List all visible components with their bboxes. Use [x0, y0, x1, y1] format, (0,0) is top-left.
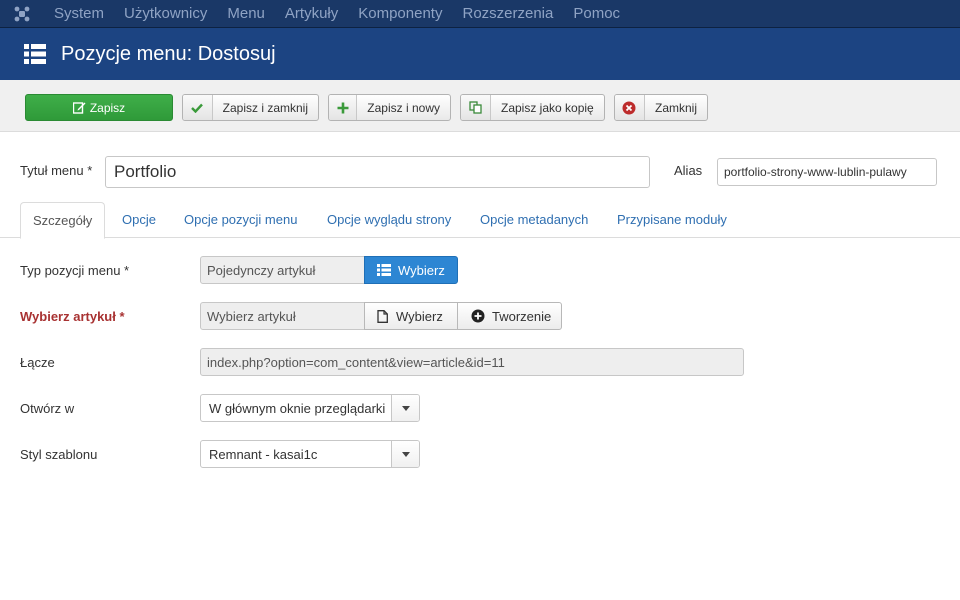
template-style-label: Styl szablonu	[20, 447, 98, 462]
select-article-value: Wybierz artykuł	[207, 308, 296, 324]
open-in-label: Otwórz w	[20, 401, 75, 416]
select-article-field: Wybierz artykuł	[200, 302, 365, 330]
nav-components[interactable]: Komponenty	[348, 0, 452, 28]
tab-menu-item-options[interactable]: Opcje pozycji menu	[184, 202, 297, 238]
create-article-label: Tworzenie	[492, 308, 552, 324]
top-menu: System Użytkownicy Menu Artykuły Kompone…	[44, 0, 630, 28]
save-new-label: Zapisz i nowy	[367, 100, 440, 115]
nav-system[interactable]: System	[44, 0, 114, 28]
page-title: Pozycje menu: Dostosuj	[61, 42, 276, 65]
tab-details[interactable]: Szczegóły	[20, 202, 106, 239]
check-icon	[183, 95, 213, 120]
menu-title-input[interactable]: Portfolio	[105, 156, 650, 188]
alias-input[interactable]: portfolio-strony-www-lublin-pulawy	[717, 158, 937, 186]
joomla-logo-icon[interactable]	[0, 0, 44, 28]
save-label: Zapisz	[89, 100, 126, 115]
nav-users[interactable]: Użytkownicy	[114, 0, 217, 28]
link-field: index.php?option=com_content&view=articl…	[200, 348, 744, 376]
tab-page-display-options[interactable]: Opcje wyglądu strony	[327, 202, 451, 238]
open-in-value: W głównym oknie przeglądarki	[209, 400, 386, 416]
top-navbar: System Użytkownicy Menu Artykuły Kompone…	[0, 0, 960, 28]
close-button[interactable]: Zamknij	[614, 94, 708, 121]
save-copy-button[interactable]: Zapisz jako kopię	[460, 94, 605, 121]
nav-extensions[interactable]: Rozszerzenia	[452, 0, 563, 28]
save-new-button[interactable]: Zapisz i nowy	[328, 94, 451, 121]
save-button[interactable]: Zapisz	[25, 94, 173, 121]
menu-item-type-label: Typ pozycji menu *	[20, 263, 130, 278]
file-icon	[377, 309, 388, 323]
list-icon	[24, 44, 46, 64]
caret-down-icon	[391, 441, 419, 467]
tab-bar: Szczegóły Opcje Opcje pozycji menu Opcje…	[20, 202, 960, 239]
link-value: index.php?option=com_content&view=articl…	[207, 354, 505, 370]
edit-icon	[72, 102, 86, 114]
plus-icon	[329, 95, 358, 120]
tab-options[interactable]: Opcje	[122, 202, 156, 238]
menu-item-type-field: Pojedynczy artykuł	[200, 256, 365, 284]
menu-title-value: Portfolio	[114, 162, 177, 181]
link-label: Łącze	[20, 355, 55, 370]
menu-title-label: Tytuł menu *	[20, 163, 93, 178]
list-icon	[377, 264, 391, 276]
tab-divider	[0, 237, 960, 238]
open-in-select[interactable]: W głównym oknie przeglądarki	[200, 394, 420, 422]
close-circle-icon	[615, 95, 645, 120]
template-style-value: Remnant - kasai1c	[209, 446, 318, 462]
select-article-button-label: Wybierz	[396, 308, 443, 324]
save-close-label: Zapisz i zamknij	[222, 100, 308, 115]
plus-circle-icon	[471, 309, 485, 323]
page-header: Pozycje menu: Dostosuj	[0, 28, 960, 80]
template-style-select[interactable]: Remnant - kasai1c	[200, 440, 420, 468]
select-article-button[interactable]: Wybierz	[364, 302, 458, 330]
alias-label: Alias	[674, 163, 703, 178]
save-close-button[interactable]: Zapisz i zamknij	[182, 94, 319, 121]
close-label: Zamknij	[654, 100, 697, 115]
nav-articles[interactable]: Artykuły	[275, 0, 348, 28]
toolbar: Zapisz Zapisz i zamknij Zapisz i nowy Za…	[0, 80, 960, 132]
save-copy-label: Zapisz jako kopię	[501, 100, 594, 115]
tab-assigned-modules[interactable]: Przypisane moduły	[617, 202, 727, 238]
alias-value: portfolio-strony-www-lublin-pulawy	[724, 165, 907, 179]
select-article-label: Wybierz artykuł *	[20, 309, 125, 324]
nav-menu[interactable]: Menu	[217, 0, 275, 28]
menu-item-type-value: Pojedynczy artykuł	[207, 262, 316, 278]
menu-item-type-select-button[interactable]: Wybierz	[364, 256, 458, 284]
copy-icon	[461, 95, 491, 120]
menu-item-type-select-label: Wybierz	[398, 262, 445, 278]
tab-metadata-options[interactable]: Opcje metadanych	[480, 202, 588, 238]
caret-down-icon	[391, 395, 419, 421]
create-article-button[interactable]: Tworzenie	[457, 302, 562, 330]
nav-help[interactable]: Pomoc	[563, 0, 630, 28]
